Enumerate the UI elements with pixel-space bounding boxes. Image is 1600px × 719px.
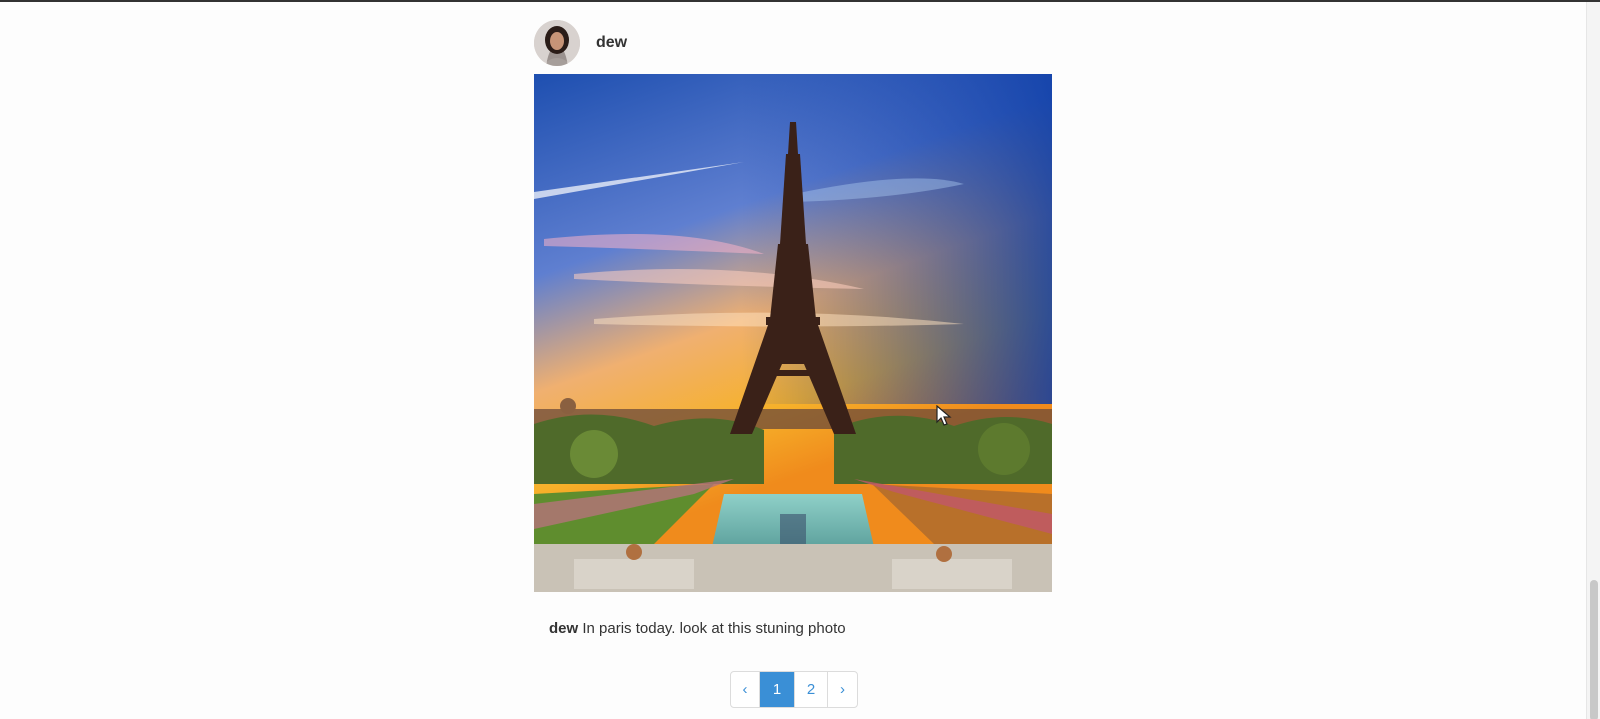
caption-username[interactable]: dew — [549, 620, 578, 637]
avatar[interactable] — [534, 20, 580, 66]
pagination-prev-button[interactable]: ‹ — [731, 672, 760, 707]
post-photo[interactable] — [534, 74, 1052, 592]
pagination: ‹ 1 2 › — [730, 671, 858, 708]
page-scrollbar[interactable] — [1586, 2, 1600, 719]
pagination-page-1[interactable]: 1 — [760, 672, 795, 707]
eiffel-tower-photo — [534, 74, 1052, 592]
post-card: dew dew In paris today. look at this stu… — [534, 20, 1052, 637]
post-caption: dew In paris today. look at this stuning… — [549, 620, 846, 637]
post-header: dew — [534, 20, 1052, 66]
mouse-cursor-icon — [936, 405, 952, 426]
avatar-image — [534, 20, 580, 66]
top-border — [0, 0, 1600, 2]
pagination-page-2[interactable]: 2 — [795, 672, 828, 707]
scrollbar-thumb[interactable] — [1590, 580, 1598, 719]
post-username[interactable]: dew — [596, 34, 627, 52]
caption-text: In paris today. look at this stuning pho… — [582, 620, 846, 637]
pagination-next-button[interactable]: › — [828, 672, 857, 707]
